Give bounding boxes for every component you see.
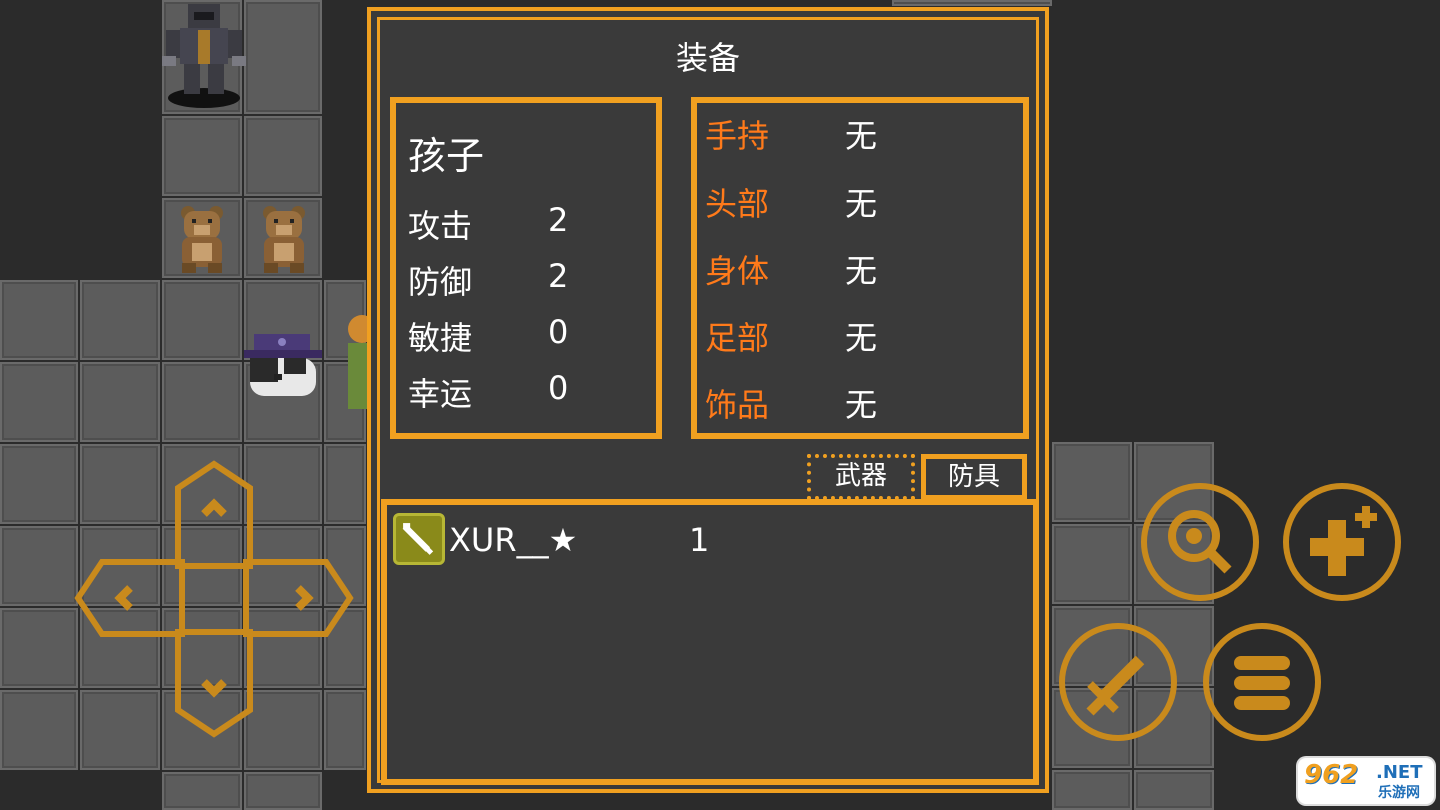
floor-tile [892, 0, 1052, 6]
slot-feet[interactable]: 足部 无 [705, 313, 1015, 361]
floor-tile [162, 772, 242, 810]
slot-accessory[interactable]: 饰品 无 [705, 380, 1015, 428]
equipment-panel: 装备 孩子 攻击 2 防御 2 敏捷 0 幸运 0 手持 无 头部 无 身体 无… [367, 7, 1049, 793]
search-button[interactable] [1138, 480, 1262, 604]
list-item[interactable]: XUR__★ 1 [393, 513, 1013, 569]
sword-icon [1086, 655, 1145, 716]
tab-weapon[interactable]: 武器 [807, 454, 915, 500]
stat-value: 2 [548, 201, 569, 239]
stat-value: 0 [548, 313, 569, 351]
stat-row-agility: 敏捷 0 [408, 313, 648, 357]
pumpkin-npc-sprite [348, 315, 370, 409]
slot-value: 无 [845, 185, 878, 223]
teddy-bear-sprite [181, 206, 223, 273]
stat-row-attack: 攻击 2 [408, 201, 648, 245]
add-button[interactable] [1280, 480, 1404, 604]
site-watermark: 962 .NET 乐游网 [1298, 758, 1434, 804]
slot-label: 身体 [705, 252, 770, 290]
floor-tile [0, 362, 78, 442]
dpad-down-button[interactable] [172, 628, 256, 738]
item-name: XUR__★ [449, 521, 578, 559]
floor-tile [0, 526, 78, 606]
floor-tile [244, 0, 322, 114]
floor-tile [1052, 770, 1132, 810]
stat-value: 2 [548, 257, 569, 295]
floor-tile [324, 444, 366, 524]
slot-head[interactable]: 头部 无 [705, 179, 1015, 227]
dpad-up-button[interactable] [172, 460, 256, 570]
item-count: 1 [689, 521, 710, 559]
floor-tile [244, 116, 322, 196]
inventory-list: XUR__★ 1 [381, 499, 1039, 785]
floor-tile [80, 690, 160, 770]
tab-armor[interactable]: 防具 [921, 454, 1027, 500]
floor-tile [162, 116, 242, 196]
slot-label: 足部 [705, 319, 770, 357]
teddy-bear-sprite [263, 206, 305, 273]
menu-button[interactable] [1200, 620, 1324, 744]
stat-label: 敏捷 [408, 319, 473, 357]
stat-label: 攻击 [408, 207, 473, 245]
stat-label: 防御 [408, 263, 473, 301]
attack-button[interactable] [1056, 620, 1180, 744]
watermark-cn: 乐游网 [1378, 785, 1420, 801]
floor-tile [1134, 770, 1214, 810]
slot-label: 头部 [705, 185, 770, 223]
floor-tile [162, 280, 242, 360]
floor-tile [324, 690, 366, 770]
slot-value: 无 [845, 319, 878, 357]
dpad-left-button[interactable] [74, 556, 186, 640]
slot-value: 无 [845, 117, 878, 155]
stat-label: 幸运 [408, 375, 473, 413]
stat-row-defense: 防御 2 [408, 257, 648, 301]
slot-label: 手持 [705, 117, 770, 155]
floor-tile [0, 690, 78, 770]
gun-icon [393, 513, 445, 565]
slot-label: 饰品 [705, 386, 770, 424]
slot-value: 无 [845, 252, 878, 290]
floor-tile [244, 772, 322, 810]
armored-knight-sprite [162, 4, 246, 108]
character-name: 孩子 [408, 134, 485, 178]
dog-with-hat-sprite [244, 334, 322, 396]
add-icon [1310, 506, 1377, 576]
floor-tile [0, 280, 78, 360]
floor-tile [80, 280, 160, 360]
slot-hand[interactable]: 手持 无 [705, 111, 1015, 159]
menu-icon [1234, 656, 1290, 710]
floor-tile [0, 608, 78, 688]
character-stats-box: 孩子 攻击 2 防御 2 敏捷 0 幸运 0 [390, 97, 662, 439]
floor-tile [1052, 524, 1132, 604]
equipment-slots-box: 手持 无 头部 无 身体 无 足部 无 饰品 无 [691, 97, 1029, 439]
stat-row-luck: 幸运 0 [408, 369, 648, 413]
floor-tile [80, 362, 160, 442]
panel-title: 装备 [675, 39, 740, 77]
search-icon [1168, 510, 1232, 574]
dpad-right-button[interactable] [242, 556, 354, 640]
watermark-logo: 962 [1304, 760, 1359, 790]
stat-value: 0 [548, 369, 569, 407]
floor-tile [0, 444, 78, 524]
watermark-domain: .NET [1376, 762, 1423, 783]
slot-body[interactable]: 身体 无 [705, 246, 1015, 294]
slot-value: 无 [845, 386, 878, 424]
floor-tile [1052, 442, 1132, 522]
floor-tile [80, 444, 160, 524]
floor-tile [162, 362, 242, 442]
